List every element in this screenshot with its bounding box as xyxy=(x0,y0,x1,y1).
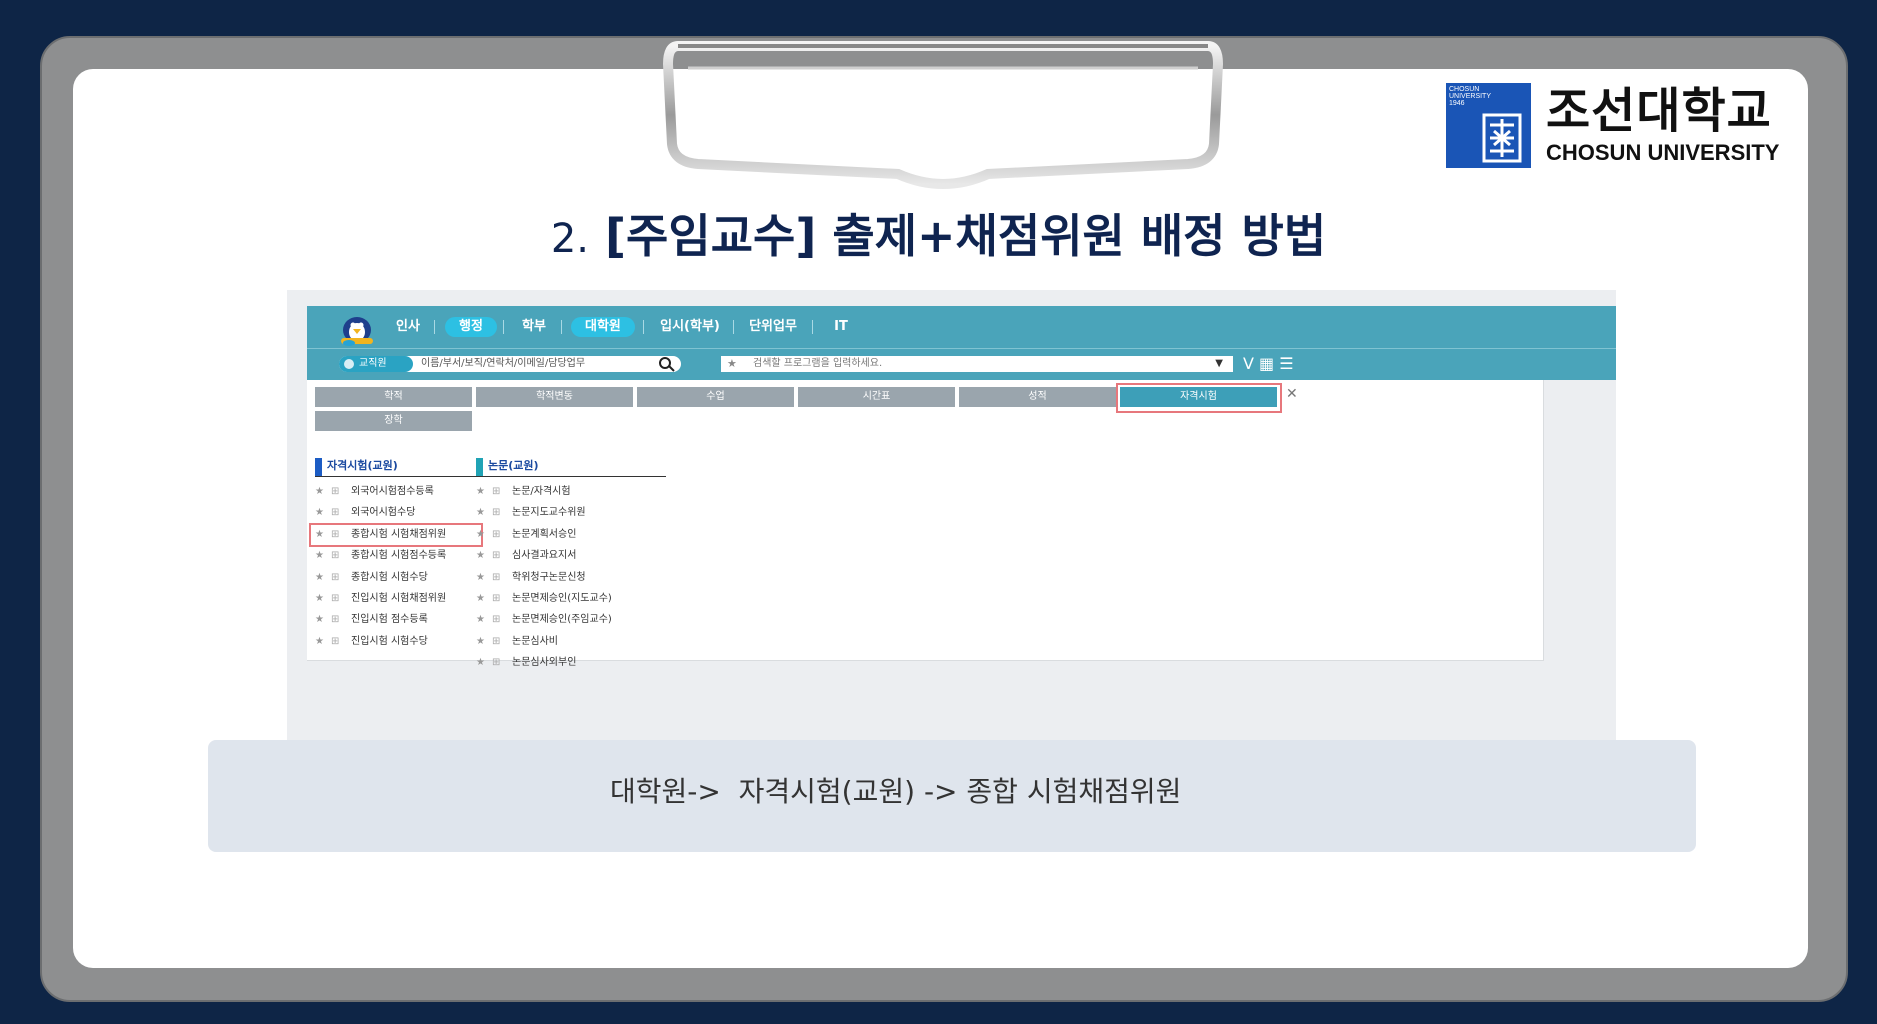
logo-small-text: 1946 xyxy=(1449,100,1465,107)
graduate-menu-panel: 학적 학적변동 수업 시간표 성적 자격시험 장학 ✕ 자격시험(교원) ★ ⊞ 외… xyxy=(307,380,1544,668)
menu-item[interactable]: ★ ⊞ 논문심사비 xyxy=(476,631,666,652)
employee-search-placeholder: 이름/부서/보직/연락처/이메일/담당업무 xyxy=(421,358,586,369)
star-icon[interactable]: ★ xyxy=(315,481,324,502)
menu-item[interactable]: ★ ⊞ 논문지도교수위원 xyxy=(476,502,666,523)
menu-item[interactable]: ★ ⊞ 논문심사외부인 xyxy=(476,652,666,673)
logo-name-kr: 조선대학교 xyxy=(1546,83,1772,139)
nav-separator xyxy=(503,320,504,334)
grid-icon: ⊞ xyxy=(331,571,340,583)
seal-icon xyxy=(1482,113,1522,163)
grid-icon: ⊞ xyxy=(492,528,501,540)
star-icon[interactable]: ★ xyxy=(476,567,485,588)
tab-timetable[interactable]: 시간표 xyxy=(798,387,955,407)
star-icon[interactable]: ★ xyxy=(315,502,324,523)
logo-small-text: CHOSUN xyxy=(1449,86,1480,93)
portal-top-nav: 인사 행정 학부 대학원 입시(학부) 단위업무 IT 교직원 이름/부서/보직… xyxy=(307,306,1616,380)
program-search-placeholder: 검색할 프로그램을 입력하세요. xyxy=(753,358,883,369)
grid-icon: ⊞ xyxy=(492,614,501,626)
menu-item[interactable]: ★ ⊞ 학위청구논문신청 xyxy=(476,567,666,588)
instruction-caption: 대학원-> 자격시험(교원) -> 종합 시험채점위원 xyxy=(208,740,1696,852)
nav-separator xyxy=(434,320,435,334)
program-search-input[interactable]: ★ 검색할 프로그램을 입력하세요. ▼ xyxy=(721,356,1233,372)
clipboard-clip-icon xyxy=(662,41,1224,189)
star-icon[interactable]: ★ xyxy=(476,524,485,545)
grid-icon: ⊞ xyxy=(331,507,340,519)
grid-icon: ⊞ xyxy=(492,507,501,519)
nav-item-hr[interactable]: 인사 xyxy=(393,317,423,337)
grid-icon: ⊞ xyxy=(492,486,501,497)
grid-icon: ⊞ xyxy=(492,550,501,562)
employee-search-input[interactable]: 교직원 이름/부서/보직/연락처/이메일/담당업무 xyxy=(339,356,681,372)
tab-academic-record[interactable]: 학적 xyxy=(315,387,472,407)
menu-column-thesis: 논문(교원) ★ ⊞ 논문/자격시험 ★ ⊞ 논문지도교수위원 ★ ⊞ 논문계획서승인 ★ ⊞… xyxy=(476,456,666,674)
nav-item-undergrad[interactable]: 학부 xyxy=(519,317,549,337)
nav-separator xyxy=(561,320,562,334)
search-icon[interactable] xyxy=(657,356,677,372)
mascot-logo-icon[interactable] xyxy=(335,310,379,346)
portal-screenshot: 인사 행정 학부 대학원 입시(학부) 단위업무 IT 교직원 이름/부서/보직… xyxy=(287,290,1616,740)
star-icon[interactable]: ★ xyxy=(315,588,324,609)
star-icon[interactable]: ★ xyxy=(476,631,485,652)
nav-item-it[interactable]: IT xyxy=(829,317,853,337)
grid-icon: ⊞ xyxy=(492,571,501,583)
menu-tabs: 학적 학적변동 수업 시간표 성적 자격시험 장학 ✕ xyxy=(307,380,1543,444)
caption-text: 대학원-> 자격시험(교원) -> 종합 시험채점위원 xyxy=(610,775,1182,808)
grid-icon: ⊞ xyxy=(331,614,340,626)
logo-emblem: CHOSUN UNIVERSITY 1946 xyxy=(1446,83,1531,168)
nav-separator xyxy=(812,320,813,334)
star-icon: ★ xyxy=(727,357,737,370)
highlight-box-tab xyxy=(1116,383,1282,413)
nav-item-graduate[interactable]: 대학원 xyxy=(571,317,635,337)
tab-grades[interactable]: 성적 xyxy=(959,387,1116,407)
menu-item[interactable]: ★ ⊞ 논문계획서승인 xyxy=(476,524,666,545)
employee-toggle-label: 교직원 xyxy=(359,358,387,369)
nav-menu-row: 인사 행정 학부 대학원 입시(학부) 단위업무 IT xyxy=(307,306,1616,349)
star-icon[interactable]: ★ xyxy=(315,609,324,630)
view-toggle-icons[interactable]: V ▦ ☰ xyxy=(1243,354,1294,374)
tab-scholarship[interactable]: 장학 xyxy=(315,411,472,431)
nav-separator xyxy=(733,320,734,334)
menu-item[interactable]: ★ ⊞ 심사결과요지서 xyxy=(476,545,666,566)
grid-icon: ⊞ xyxy=(331,486,340,497)
star-icon[interactable]: ★ xyxy=(476,609,485,630)
tab-class[interactable]: 수업 xyxy=(637,387,794,407)
star-icon[interactable]: ★ xyxy=(476,588,485,609)
university-logo: CHOSUN UNIVERSITY 1946 조선대학교 CHOSUN UNIV… xyxy=(1446,83,1808,168)
star-icon[interactable]: ★ xyxy=(315,545,324,566)
grid-icon: ⊞ xyxy=(492,657,501,669)
highlight-box-menu-item xyxy=(309,523,483,547)
star-icon[interactable]: ★ xyxy=(315,567,324,588)
nav-item-unit-work[interactable]: 단위업무 xyxy=(745,317,801,337)
star-icon[interactable]: ★ xyxy=(476,652,485,673)
logo-name-en: CHOSUN UNIVERSITY xyxy=(1546,140,1780,165)
nav-separator xyxy=(643,320,644,334)
grid-icon: ⊞ xyxy=(492,635,501,647)
slide-title: 2. [주임교수] 출제+채점위원 배정 방법 xyxy=(0,208,1877,267)
nav-item-admin[interactable]: 행정 xyxy=(445,317,497,337)
star-icon[interactable]: ★ xyxy=(476,481,485,502)
star-icon[interactable]: ★ xyxy=(315,631,324,652)
toggle-dot-icon xyxy=(344,359,354,369)
menu-item[interactable]: ★ ⊞ 논문면제승인(지도교수) xyxy=(476,588,666,609)
title-number: 2. xyxy=(550,216,590,262)
close-icon[interactable]: ✕ xyxy=(1286,386,1298,402)
logo-small-text: UNIVERSITY xyxy=(1449,93,1492,100)
employee-toggle[interactable]: 교직원 xyxy=(339,356,413,372)
dropdown-arrow-icon[interactable]: ▼ xyxy=(1215,356,1223,372)
tab-record-change[interactable]: 학적변동 xyxy=(476,387,633,407)
grid-icon: ⊞ xyxy=(492,592,501,604)
menu-item[interactable]: ★ ⊞ 논문/자격시험 xyxy=(476,481,666,502)
column-heading: 논문(교원) xyxy=(476,456,666,477)
grid-icon: ⊞ xyxy=(331,592,340,604)
menu-item[interactable]: ★ ⊞ 논문면제승인(주임교수) xyxy=(476,609,666,630)
title-text: [주임교수] 출제+채점위원 배정 방법 xyxy=(605,209,1327,263)
grid-icon: ⊞ xyxy=(331,635,340,647)
nav-item-admission[interactable]: 입시(학부) xyxy=(657,317,723,337)
search-row: 교직원 이름/부서/보직/연락처/이메일/담당업무 ★ 검색할 프로그램을 입력… xyxy=(307,348,1616,380)
menu-items: ★ ⊞ 논문/자격시험 ★ ⊞ 논문지도교수위원 ★ ⊞ 논문계획서승인 ★ ⊞ 심사결과요지서… xyxy=(476,481,666,674)
star-icon[interactable]: ★ xyxy=(476,502,485,523)
star-icon[interactable]: ★ xyxy=(476,545,485,566)
grid-icon: ⊞ xyxy=(331,550,340,562)
